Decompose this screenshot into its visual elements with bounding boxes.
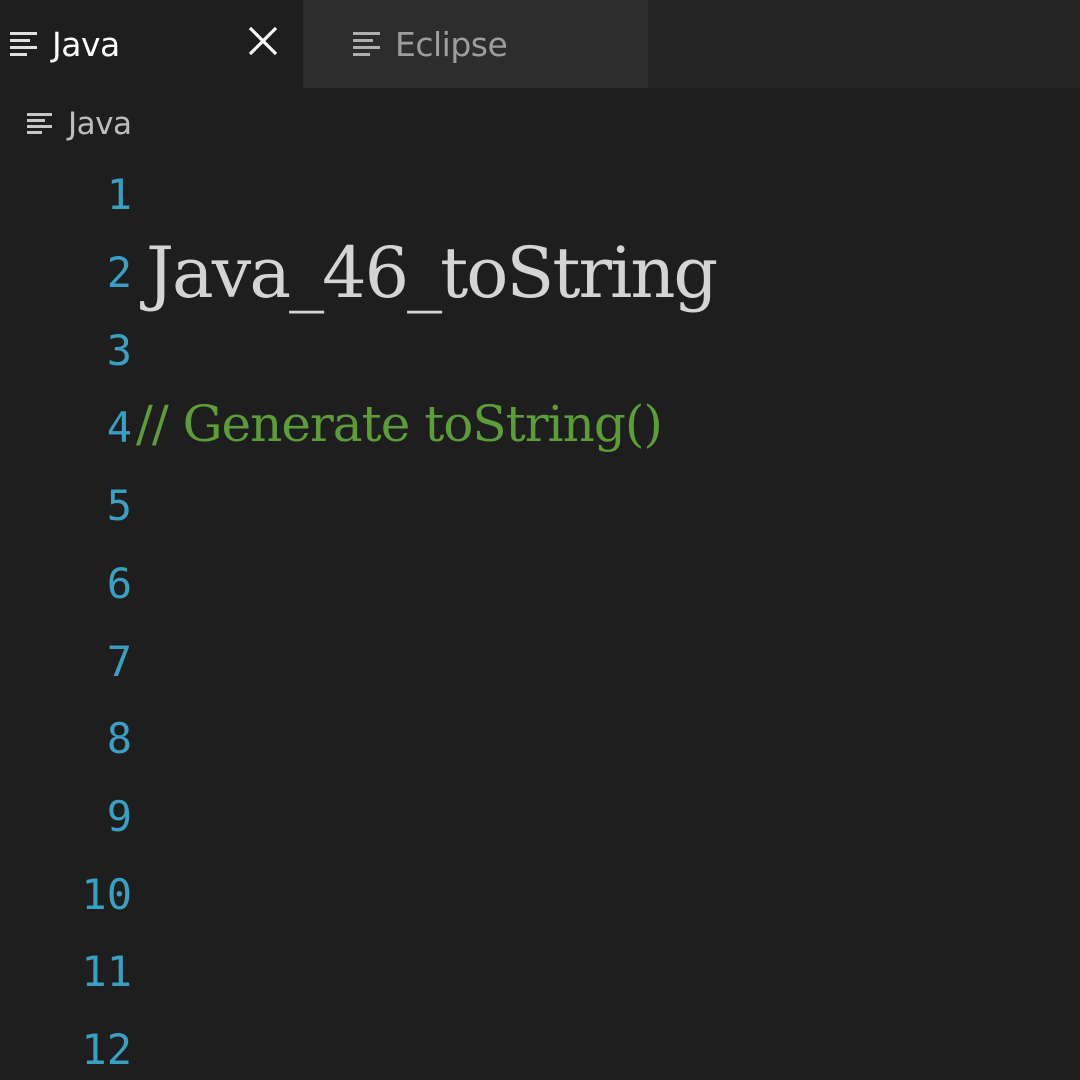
code-line-comment[interactable]: // Generate toString() (136, 395, 663, 453)
line-number: 3 (106, 326, 132, 375)
tab-bar: Java Eclipse (0, 0, 1080, 88)
lines-icon (353, 32, 380, 56)
line-number: 8 (106, 714, 132, 763)
tab-eclipse[interactable]: Eclipse (303, 0, 648, 88)
tab-label: Java (52, 24, 120, 64)
breadcrumb[interactable]: Java (27, 102, 132, 146)
line-number: 5 (106, 481, 132, 530)
line-number: 2 (106, 248, 132, 297)
editor-window: Java Eclipse Java 1 2 3 4 5 6 7 8 9 10 1… (0, 0, 1080, 1080)
close-icon[interactable] (246, 24, 280, 58)
lines-icon (27, 113, 52, 134)
line-number: 10 (81, 870, 132, 919)
line-number: 9 (106, 792, 132, 841)
tab-java[interactable]: Java (0, 0, 303, 88)
line-number: 4 (106, 403, 132, 452)
line-number: 6 (106, 559, 132, 608)
line-number: 12 (81, 1025, 132, 1074)
line-number: 7 (106, 637, 132, 686)
line-number: 1 (106, 170, 132, 219)
code-line-title[interactable]: Java_46_toString (146, 232, 718, 314)
lines-icon (10, 32, 37, 56)
breadcrumb-label: Java (68, 106, 132, 142)
tab-label: Eclipse (395, 24, 508, 64)
line-number: 11 (81, 947, 132, 996)
